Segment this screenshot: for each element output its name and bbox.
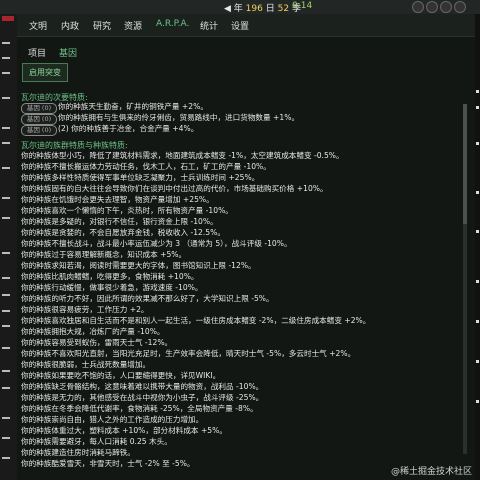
major-trait: 你的种族多样性特质使得军事单位缺乏凝聚力，士兵训练时间 +25%。: [21, 173, 260, 182]
resource-marker: [2, 127, 10, 129]
major-trait: 你的种族体重过大，塑料成本 +10%，部分材料成本 +5%。: [21, 426, 227, 435]
resource-marker: [2, 370, 10, 372]
menu-arpa[interactable]: A.R.P.A.: [156, 19, 189, 29]
resource-marker: [2, 72, 10, 74]
year-value: 196: [245, 4, 263, 14]
major-trait: 你的种族缺乏骨骼结构，这意味着难以携带大量的物资，战利品 -10%。: [21, 382, 264, 391]
game-time: 0:14: [292, 1, 313, 11]
resource-marker: [2, 167, 10, 169]
left-resource-panel: [0, 14, 17, 480]
major-trait: 你的种族不喜欢阳光直射，当阳光充足时，生产效率会降低，晴天时士气 -5%，多云时…: [21, 349, 356, 358]
major-trait: 你的种族很脆弱，士兵战死数量增加。: [21, 360, 151, 369]
gene-buy-button[interactable]: 基因 (0): [21, 114, 57, 125]
major-trait: 你的种族建造住房时消耗马蹄铁。: [21, 448, 135, 457]
date-prefix: ◀ 年: [224, 4, 243, 14]
resource-marker: [2, 417, 10, 419]
right-scroll-strip: [475, 14, 480, 480]
major-trait: 你的种族酷爱雪天，非雪天时，士气 -2% 至 -5%。: [21, 459, 195, 468]
major-trait: 你的种族不擅长搬运体力劳动任务，伐木工人，石工，矿工的产量 -10%。: [21, 162, 271, 171]
major-trait: 你的种族拥抱大规，冶炼厂的产量 -10%。: [21, 327, 165, 336]
resource-marker: [2, 142, 10, 144]
gene-buy-button[interactable]: 基因 (0): [21, 125, 57, 136]
resource-marker: [2, 197, 10, 199]
major-trait: 你的种族固有的自大往往会导致你们在谈判中付出过高的代价，市场基础购买价格 +10…: [21, 184, 328, 193]
major-trait: 你的种族喜欢独居和自生活而不是和别人一起生活，一级住房成本鳍变 -2%，二级住房…: [21, 316, 371, 325]
resource-marker: [2, 97, 10, 99]
save-icon[interactable]: [440, 1, 452, 13]
resource-marker: [2, 325, 10, 327]
resource-marker: [2, 252, 10, 254]
game-date: ◀ 年 196 日 52 季: [224, 1, 301, 14]
resource-marker: [2, 277, 10, 279]
major-trait: 你的种族容易受到蚁伤，雷雨天士气 -12%。: [21, 338, 173, 347]
menu-research[interactable]: 研究: [93, 19, 111, 32]
major-trait: 你的种族比肌肉鳍鳍，吃得更多，食物消耗 +10%。: [21, 272, 199, 281]
watermark: @稀土掘金技术社区: [390, 467, 472, 477]
menu-settings[interactable]: 设置: [231, 19, 249, 32]
major-trait: 你的种族在冬季会降低代谢率，食物消耗 -25%，全局物资产量 -8%。: [21, 404, 258, 413]
resource-marker: [2, 457, 10, 459]
major-trait: 你的种族求知若渴，阅读时需要更大的字体，图书馆知识上限 -12%。: [21, 261, 256, 270]
arpa-panel: 项目 基因 启用突变 瓦尔迪的次要特质: 基因 (0) 你的种族天生勤奋，矿井的…: [17, 37, 475, 480]
major-trait: 你的种族崇尚自由，猎人之外的工作造成的压力增加。: [21, 415, 204, 424]
major-trait: 你的种族喜欢一个懒惰的下午，炎热时，所有物资产量 -10%。: [21, 206, 233, 215]
minor-trait: 你的种族拥有与生俱来的伶牙俐齿，贸易路线中，进口货物数量 +1%。: [58, 113, 300, 122]
scrollbar-thumb[interactable]: [463, 104, 467, 224]
major-trait: 你的种族是多疑的，对银行不信任，银行资金上限 -10%。: [21, 217, 218, 226]
date-mid: 日: [265, 4, 275, 14]
major-trait: 你的种族需要避牙，每人口消耗 0.25 木头。: [21, 437, 172, 446]
resource-marker: [2, 57, 10, 59]
major-trait: 你的种族是无力的，其他感受在战斗中视你为小虫子，战斗评级 -25%。: [21, 393, 264, 402]
resource-marker: [2, 347, 10, 349]
major-trait: 你的种族的听力不好，因此所谓的效果减不那么好了，大学知识上限 -5%。: [21, 294, 274, 303]
top-status-bar: ◀ 年 196 日 52 季 0:14: [0, 0, 480, 14]
trait-scrollbar[interactable]: [463, 104, 467, 454]
menu-civics[interactable]: 内政: [61, 19, 79, 32]
gene-buy-button[interactable]: 基因 (0): [21, 103, 57, 114]
menu-stats[interactable]: 统计: [200, 19, 218, 32]
menu-icon[interactable]: [454, 1, 466, 13]
resource-marker: [2, 294, 10, 296]
major-trait: 你的种族不擅长战斗，战斗最小率运伍减少为 3 （通常为 5），战斗评级 -10%…: [21, 239, 292, 248]
tab-genetics[interactable]: 基因: [59, 46, 77, 59]
tab-projects[interactable]: 项目: [28, 46, 46, 59]
minor-trait: (2) 你的种族善于冶金，合金产量 +4%。: [58, 124, 199, 133]
resource-marker: [2, 387, 10, 389]
major-trait: 你的种族很容易疲劳，工作压力 +2。: [21, 305, 149, 314]
enable-mutation-button[interactable]: 启用突变: [22, 63, 68, 82]
resource-marker: [2, 437, 10, 439]
minor-trait: 你的种族天生勤奋，矿井的铜铁产量 +2%。: [58, 102, 208, 111]
main-menu-bar: 文明 内政 研究 资源 A.R.P.A. 统计 设置: [17, 14, 475, 37]
major-trait: 你的种族是贪婪的，不会自愿放弃金钱，税收收入 -12.5%。: [21, 228, 225, 237]
major-trait: 你的种族行动缓慢，做事很少着急，游戏速度 -10%。: [21, 283, 203, 292]
major-trait: 你的种族如果要吃不饱的话，人口要缩得更快，详见WIKI。: [21, 371, 221, 380]
day-value: 52: [277, 4, 290, 14]
resource-marker: [2, 42, 10, 44]
info-icon[interactable]: [426, 1, 438, 13]
menu-civilization[interactable]: 文明: [29, 19, 47, 32]
menu-resources[interactable]: 资源: [124, 19, 142, 32]
alert-indicator: [2, 16, 14, 21]
settings-icon[interactable]: [412, 1, 424, 13]
resource-marker: [2, 310, 10, 312]
major-trait: 你的种族在饥饿时会更失去理智，物资产量增加 +25%。: [21, 195, 214, 204]
major-trait: 你的种族过于容易理解新概念，知识成本 +5%。: [21, 250, 187, 259]
resource-marker: [2, 217, 10, 219]
major-traits-heading: 瓦尔迪的族群特质与种族特质:: [21, 141, 128, 150]
major-trait: 你的种族体型小巧，降低了建筑材料需求，地面建筑成本鳍变 -1%，太空建筑成本鳍变…: [21, 151, 344, 160]
